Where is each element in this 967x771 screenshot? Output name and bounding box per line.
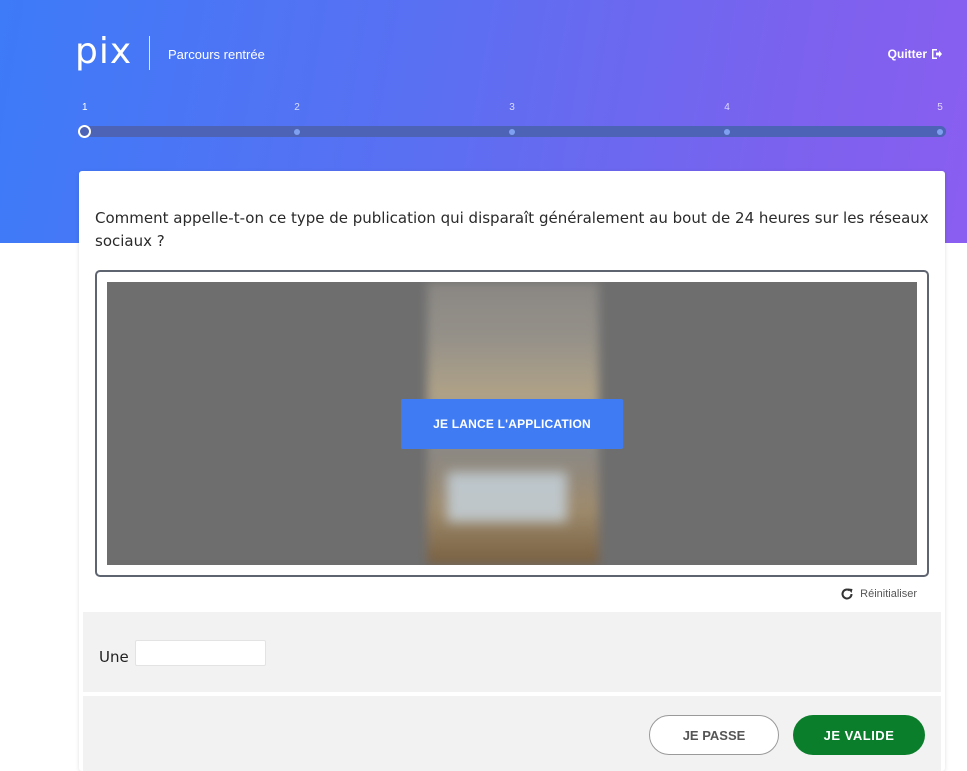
- embed-preview: JE LANCE L'APPLICATION: [107, 282, 917, 565]
- top-bar: pix Parcours rentrée Quitter: [0, 0, 967, 95]
- progress-dot-current: [78, 125, 91, 138]
- validate-button[interactable]: JE VALIDE: [793, 715, 925, 755]
- skip-button[interactable]: JE PASSE: [649, 715, 779, 755]
- progress-step-label: 4: [724, 102, 730, 113]
- course-title: Parcours rentrée: [168, 47, 265, 62]
- pix-logo[interactable]: pix: [75, 32, 132, 72]
- answer-zone: Une: [83, 612, 941, 692]
- progress-dot: [724, 129, 730, 135]
- answer-input[interactable]: [135, 640, 266, 666]
- progress-dot: [294, 129, 300, 135]
- embed-frame: JE LANCE L'APPLICATION: [95, 270, 929, 577]
- progress-step-label: 3: [509, 102, 515, 113]
- question-text: Comment appelle-t-on ce type de publicat…: [95, 209, 929, 250]
- reset-label: Réinitialiser: [860, 588, 917, 600]
- blurred-app-detail: [447, 472, 567, 522]
- quit-label: Quitter: [887, 47, 927, 61]
- progress-step-label: 5: [937, 102, 943, 113]
- launch-app-button[interactable]: JE LANCE L'APPLICATION: [401, 399, 623, 449]
- sign-out-icon: [931, 48, 943, 60]
- progress-step-label: 1: [82, 102, 88, 113]
- progress-dot: [509, 129, 515, 135]
- answer-prefix: Une: [99, 648, 129, 666]
- challenge-card: Comment appelle-t-on ce type de publicat…: [79, 171, 945, 771]
- progress-dot: [937, 129, 943, 135]
- progress-step-label: 2: [294, 102, 300, 113]
- actions-zone: JE PASSE JE VALIDE: [83, 696, 941, 771]
- logo-divider: [149, 36, 150, 70]
- progress-step-labels: 1 2 3 4 5: [82, 102, 946, 116]
- quit-link[interactable]: Quitter: [888, 47, 943, 61]
- reset-button[interactable]: Réinitialiser: [840, 587, 917, 601]
- progress-bar: [78, 125, 946, 138]
- redo-icon: [840, 587, 854, 601]
